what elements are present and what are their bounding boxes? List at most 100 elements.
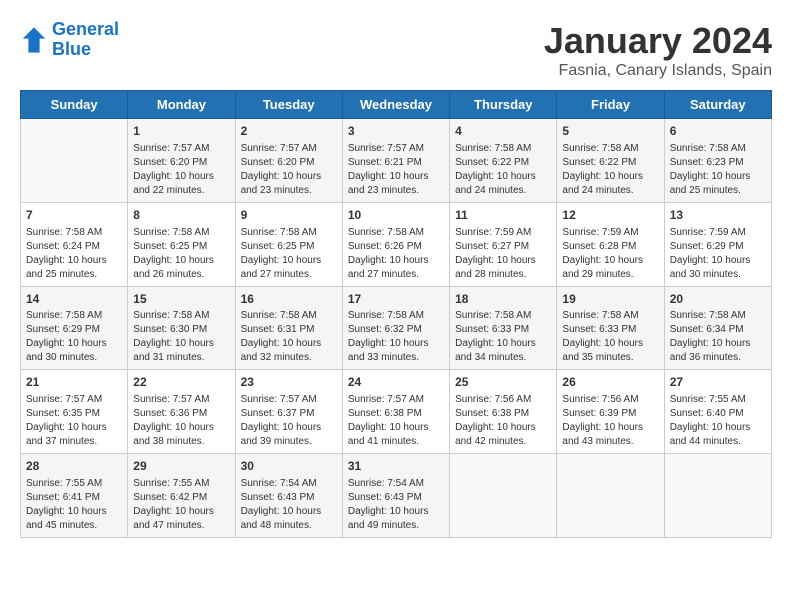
- title-block: January 2024 Fasnia, Canary Islands, Spa…: [544, 20, 772, 80]
- day-number: 2: [241, 123, 337, 140]
- logo-line1: General: [52, 19, 119, 39]
- day-info: Sunrise: 7:58 AMSunset: 6:25 PMDaylight:…: [133, 226, 229, 282]
- day-info: Sunrise: 7:55 AMSunset: 6:42 PMDaylight:…: [133, 477, 229, 533]
- calendar-cell: 9 Sunrise: 7:58 AMSunset: 6:25 PMDaylight…: [235, 202, 342, 286]
- day-info: Sunrise: 7:56 AMSunset: 6:38 PMDaylight:…: [455, 393, 551, 449]
- day-number: 20: [670, 291, 766, 308]
- day-number: 18: [455, 291, 551, 308]
- calendar-cell: 24Sunrise: 7:57 AMSunset: 6:38 PMDayligh…: [342, 370, 449, 454]
- logo-text: General Blue: [52, 20, 119, 60]
- weekday-header-row: SundayMondayTuesdayWednesdayThursdayFrid…: [21, 91, 772, 119]
- calendar-cell: 16Sunrise: 7:58 AMSunset: 6:31 PMDayligh…: [235, 286, 342, 370]
- logo: General Blue: [20, 20, 119, 60]
- calendar-cell: 29 Sunrise: 7:55 AMSunset: 6:42 PMDayligh…: [128, 454, 235, 538]
- day-info: Sunrise: 7:57 AMSunset: 6:37 PMDaylight:…: [241, 393, 337, 449]
- calendar-cell: 4 Sunrise: 7:58 AMSunset: 6:22 PMDaylight…: [450, 119, 557, 203]
- calendar-cell: 25 Sunrise: 7:56 AMSunset: 6:38 PMDayligh…: [450, 370, 557, 454]
- calendar-cell: 6Sunrise: 7:58 AMSunset: 6:23 PMDaylight…: [664, 119, 771, 203]
- day-number: 4: [455, 123, 551, 140]
- week-row-3: 14Sunrise: 7:58 AMSunset: 6:29 PMDayligh…: [21, 286, 772, 370]
- day-info: Sunrise: 7:57 AMSunset: 6:36 PMDaylight:…: [133, 393, 229, 449]
- calendar-cell: 2 Sunrise: 7:57 AMSunset: 6:20 PMDaylight…: [235, 119, 342, 203]
- calendar-cell: 27 Sunrise: 7:55 AMSunset: 6:40 PMDayligh…: [664, 370, 771, 454]
- calendar-cell: 13Sunrise: 7:59 AMSunset: 6:29 PMDayligh…: [664, 202, 771, 286]
- weekday-header-wednesday: Wednesday: [342, 91, 449, 119]
- day-number: 29: [133, 458, 229, 475]
- day-info: Sunrise: 7:56 AMSunset: 6:39 PMDaylight:…: [562, 393, 658, 449]
- day-number: 16: [241, 291, 337, 308]
- weekday-header-tuesday: Tuesday: [235, 91, 342, 119]
- day-info: Sunrise: 7:58 AMSunset: 6:34 PMDaylight:…: [670, 309, 766, 365]
- day-info: Sunrise: 7:58 AMSunset: 6:33 PMDaylight:…: [562, 309, 658, 365]
- day-number: 9: [241, 207, 337, 224]
- day-info: Sunrise: 7:54 AMSunset: 6:43 PMDaylight:…: [348, 477, 444, 533]
- month-title: January 2024: [544, 20, 772, 62]
- day-number: 6: [670, 123, 766, 140]
- weekday-header-sunday: Sunday: [21, 91, 128, 119]
- calendar-cell: 22Sunrise: 7:57 AMSunset: 6:36 PMDayligh…: [128, 370, 235, 454]
- calendar-cell: 14Sunrise: 7:58 AMSunset: 6:29 PMDayligh…: [21, 286, 128, 370]
- day-number: 8: [133, 207, 229, 224]
- calendar-cell: 21Sunrise: 7:57 AMSunset: 6:35 PMDayligh…: [21, 370, 128, 454]
- calendar-cell: 7Sunrise: 7:58 AMSunset: 6:24 PMDaylight…: [21, 202, 128, 286]
- calendar-cell: 26 Sunrise: 7:56 AMSunset: 6:39 PMDayligh…: [557, 370, 664, 454]
- calendar-cell: 12 Sunrise: 7:59 AMSunset: 6:28 PMDayligh…: [557, 202, 664, 286]
- day-number: 11: [455, 207, 551, 224]
- calendar-cell: [450, 454, 557, 538]
- calendar-cell: [557, 454, 664, 538]
- day-number: 25: [455, 374, 551, 391]
- calendar-cell: 10 Sunrise: 7:58 AMSunset: 6:26 PMDayligh…: [342, 202, 449, 286]
- day-number: 1: [133, 123, 229, 140]
- day-number: 26: [562, 374, 658, 391]
- calendar-cell: 18Sunrise: 7:58 AMSunset: 6:33 PMDayligh…: [450, 286, 557, 370]
- weekday-header-thursday: Thursday: [450, 91, 557, 119]
- day-number: 5: [562, 123, 658, 140]
- calendar-cell: 31Sunrise: 7:54 AMSunset: 6:43 PMDayligh…: [342, 454, 449, 538]
- day-info: Sunrise: 7:58 AMSunset: 6:25 PMDaylight:…: [241, 226, 337, 282]
- calendar-cell: 23 Sunrise: 7:57 AMSunset: 6:37 PMDayligh…: [235, 370, 342, 454]
- day-number: 10: [348, 207, 444, 224]
- day-number: 15: [133, 291, 229, 308]
- calendar-cell: 3Sunrise: 7:57 AMSunset: 6:21 PMDaylight…: [342, 119, 449, 203]
- calendar-cell: 1 Sunrise: 7:57 AMSunset: 6:20 PMDaylight…: [128, 119, 235, 203]
- day-number: 30: [241, 458, 337, 475]
- day-info: Sunrise: 7:59 AMSunset: 6:29 PMDaylight:…: [670, 226, 766, 282]
- calendar-cell: 17Sunrise: 7:58 AMSunset: 6:32 PMDayligh…: [342, 286, 449, 370]
- day-number: 21: [26, 374, 122, 391]
- week-row-1: 1 Sunrise: 7:57 AMSunset: 6:20 PMDaylight…: [21, 119, 772, 203]
- day-info: Sunrise: 7:55 AMSunset: 6:41 PMDaylight:…: [26, 477, 122, 533]
- day-info: Sunrise: 7:58 AMSunset: 6:24 PMDaylight:…: [26, 226, 122, 282]
- weekday-header-friday: Friday: [557, 91, 664, 119]
- day-info: Sunrise: 7:58 AMSunset: 6:22 PMDaylight:…: [455, 142, 551, 198]
- day-number: 24: [348, 374, 444, 391]
- weekday-header-monday: Monday: [128, 91, 235, 119]
- weekday-header-saturday: Saturday: [664, 91, 771, 119]
- calendar-cell: 30Sunrise: 7:54 AMSunset: 6:43 PMDayligh…: [235, 454, 342, 538]
- calendar-cell: 5 Sunrise: 7:58 AMSunset: 6:22 PMDaylight…: [557, 119, 664, 203]
- day-info: Sunrise: 7:58 AMSunset: 6:22 PMDaylight:…: [562, 142, 658, 198]
- day-info: Sunrise: 7:57 AMSunset: 6:21 PMDaylight:…: [348, 142, 444, 198]
- location-subtitle: Fasnia, Canary Islands, Spain: [544, 62, 772, 80]
- day-number: 27: [670, 374, 766, 391]
- calendar-cell: [664, 454, 771, 538]
- day-info: Sunrise: 7:57 AMSunset: 6:20 PMDaylight:…: [241, 142, 337, 198]
- calendar-cell: 8 Sunrise: 7:58 AMSunset: 6:25 PMDaylight…: [128, 202, 235, 286]
- day-info: Sunrise: 7:58 AMSunset: 6:30 PMDaylight:…: [133, 309, 229, 365]
- day-number: 12: [562, 207, 658, 224]
- page-header: General Blue January 2024 Fasnia, Canary…: [20, 20, 772, 80]
- day-info: Sunrise: 7:57 AMSunset: 6:20 PMDaylight:…: [133, 142, 229, 198]
- day-info: Sunrise: 7:58 AMSunset: 6:33 PMDaylight:…: [455, 309, 551, 365]
- calendar-cell: 15Sunrise: 7:58 AMSunset: 6:30 PMDayligh…: [128, 286, 235, 370]
- logo-icon: [20, 26, 48, 54]
- week-row-2: 7Sunrise: 7:58 AMSunset: 6:24 PMDaylight…: [21, 202, 772, 286]
- day-info: Sunrise: 7:58 AMSunset: 6:31 PMDaylight:…: [241, 309, 337, 365]
- day-info: Sunrise: 7:58 AMSunset: 6:26 PMDaylight:…: [348, 226, 444, 282]
- calendar-cell: 19Sunrise: 7:58 AMSunset: 6:33 PMDayligh…: [557, 286, 664, 370]
- day-info: Sunrise: 7:59 AMSunset: 6:28 PMDaylight:…: [562, 226, 658, 282]
- day-number: 14: [26, 291, 122, 308]
- day-number: 23: [241, 374, 337, 391]
- day-info: Sunrise: 7:58 AMSunset: 6:32 PMDaylight:…: [348, 309, 444, 365]
- calendar-table: SundayMondayTuesdayWednesdayThursdayFrid…: [20, 90, 772, 538]
- day-info: Sunrise: 7:55 AMSunset: 6:40 PMDaylight:…: [670, 393, 766, 449]
- week-row-5: 28Sunrise: 7:55 AMSunset: 6:41 PMDayligh…: [21, 454, 772, 538]
